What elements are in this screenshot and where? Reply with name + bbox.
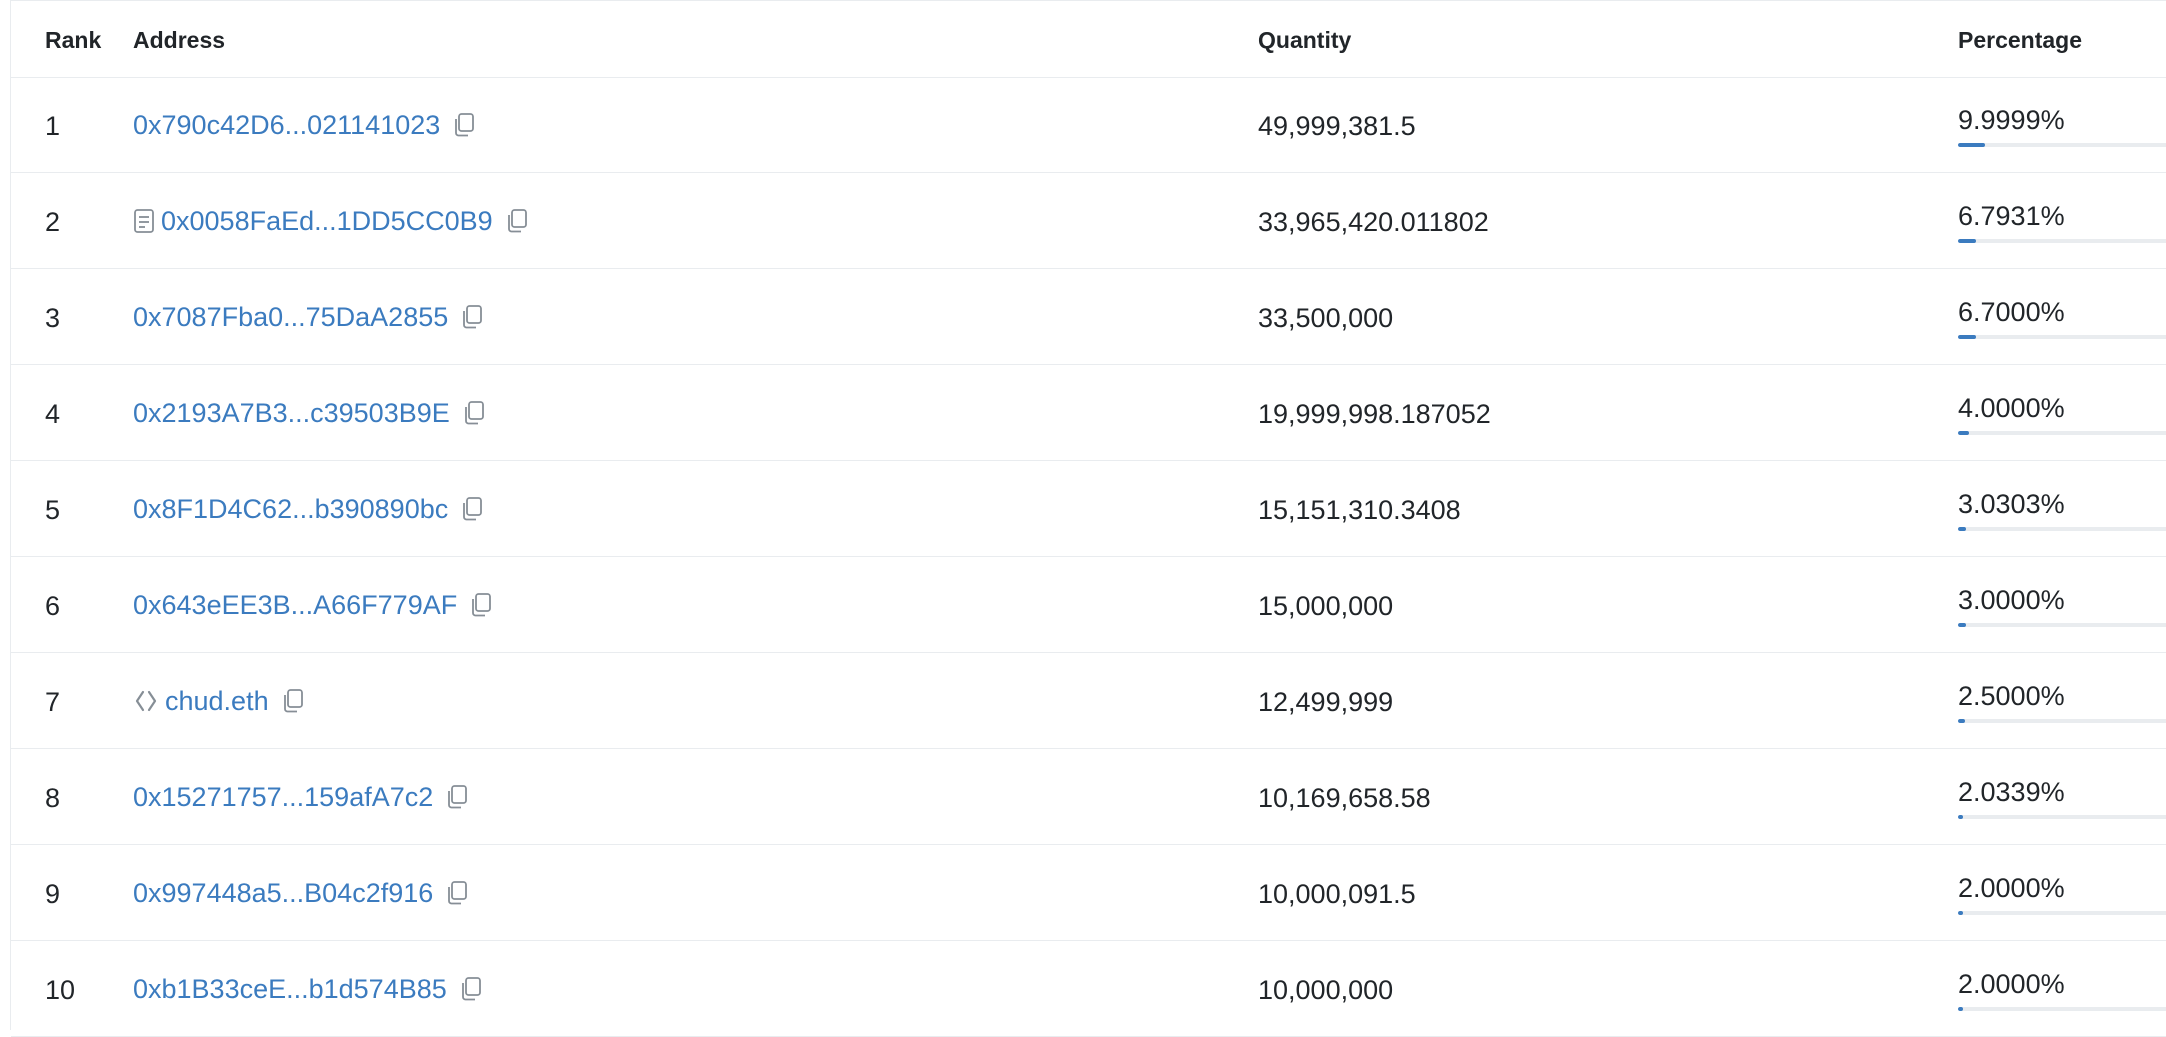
table-row: 10 0xb1B33ceE...b1d574B85 10,000,000 2.0000… [11,941,2166,1037]
header-address: Address [133,27,226,53]
percentage-bar-fill [1958,1007,1963,1011]
percentage-bar [1958,719,2166,723]
quantity-cell: 12,499,999 [1258,687,1394,717]
rank-cell: 3 [45,303,61,333]
address-cell: 0x8F1D4C62...b390890bc [133,491,484,527]
address-cell: 0x7087Fba0...75DaA2855 [133,299,484,335]
quantity-cell: 15,000,000 [1258,591,1394,621]
percentage-cell: 9.9999% [1958,105,2065,135]
rank-cell: 4 [45,399,61,429]
copy-icon[interactable] [445,880,469,906]
percentage-bar-fill [1958,239,1976,243]
address-link[interactable]: 0xb1B33ceE...b1d574B85 [133,974,447,1005]
holders-table: Rank Address Quantity Percentage 1 0x790c… [10,0,2166,1037]
table-row: 1 0x790c42D6...021141023 49,999,381.5 9.999… [11,77,2166,173]
percentage-bar-fill [1958,335,1976,339]
percentage-bar [1958,431,2166,435]
address-link[interactable]: 0x8F1D4C62...b390890bc [133,494,448,525]
rank-cell: 2 [45,207,61,237]
percentage-bar [1958,911,2166,915]
table-row: 8 0x15271757...159afA7c2 10,169,658.58 2.03… [11,749,2166,845]
header-percentage: Percentage [1958,27,2083,53]
address-link[interactable]: 0x0058FaEd...1DD5CC0B9 [161,206,493,237]
rank-cell: 7 [45,687,61,717]
copy-icon[interactable] [462,400,486,426]
percentage-bar-fill [1958,815,1963,819]
rank-cell: 6 [45,591,61,621]
quantity-cell: 33,500,000 [1258,303,1394,333]
quantity-cell: 10,000,000 [1258,975,1394,1005]
address-link[interactable]: 0x2193A7B3...c39503B9E [133,398,450,429]
quantity-cell: 10,169,658.58 [1258,783,1431,813]
copy-icon[interactable] [445,784,469,810]
percentage-cell: 2.0000% [1958,873,2065,903]
table-row: 4 0x2193A7B3...c39503B9E 19,999,998.187052… [11,365,2166,461]
copy-icon[interactable] [469,592,493,618]
quantity-cell: 10,000,091.5 [1258,879,1416,909]
percentage-bar [1958,143,2166,147]
percentage-cell: 4.0000% [1958,393,2065,423]
quantity-cell: 19,999,998.187052 [1258,399,1491,429]
address-link[interactable]: 0x790c42D6...021141023 [133,110,440,141]
table-row: 5 0x8F1D4C62...b390890bc 15,151,310.3408 3.… [11,461,2166,557]
percentage-bar [1958,239,2166,243]
address-link[interactable]: 0x15271757...159afA7c2 [133,782,433,813]
rank-cell: 9 [45,879,61,909]
percentage-bar-fill [1958,527,1966,531]
table-row: 9 0x997448a5...B04c2f916 10,000,091.5 2.000… [11,845,2166,941]
address-cell: chud.eth [133,683,305,719]
percentage-cell: 2.0339% [1958,777,2065,807]
percentage-cell: 2.0000% [1958,969,2065,999]
percentage-cell: 2.5000% [1958,681,2065,711]
quantity-cell: 49,999,381.5 [1258,111,1416,141]
table-row: 7 chud.eth 12,499,999 2.5000% [11,653,2166,749]
contract-document-icon [133,208,155,234]
address-cell: 0x997448a5...B04c2f916 [133,875,469,911]
table-row: 2 0x0058FaEd...1DD5CC0B9 33,965,420.011802… [11,173,2166,269]
address-cell: 0x2193A7B3...c39503B9E [133,395,486,431]
quantity-cell: 15,151,310.3408 [1258,495,1461,525]
address-link[interactable]: 0x643eEE3B...A66F779AF [133,590,457,621]
percentage-bar-fill [1958,623,1966,627]
copy-icon[interactable] [452,112,476,138]
percentage-cell: 3.0000% [1958,585,2065,615]
percentage-bar [1958,623,2166,627]
percentage-cell: 6.7931% [1958,201,2065,231]
percentage-bar [1958,335,2166,339]
percentage-cell: 6.7000% [1958,297,2065,327]
table-header: Rank Address Quantity Percentage [11,1,2166,78]
address-link[interactable]: 0x7087Fba0...75DaA2855 [133,302,448,333]
copy-icon[interactable] [460,496,484,522]
rank-cell: 5 [45,495,61,525]
header-rank: Rank [45,27,102,53]
percentage-bar-fill [1958,431,1969,435]
address-cell: 0x643eEE3B...A66F779AF [133,587,493,623]
quantity-cell: 33,965,420.011802 [1258,207,1489,237]
address-cell: 0x0058FaEd...1DD5CC0B9 [133,203,529,239]
rank-cell: 8 [45,783,61,813]
rank-cell: 10 [45,975,76,1005]
percentage-bar-fill [1958,143,1985,147]
copy-icon[interactable] [460,304,484,330]
table-row: 3 0x7087Fba0...75DaA2855 33,500,000 6.7000% [11,269,2166,365]
percentage-bar-fill [1958,719,1965,723]
address-cell: 0xb1B33ceE...b1d574B85 [133,971,483,1007]
address-cell: 0x15271757...159afA7c2 [133,779,469,815]
address-link[interactable]: 0x997448a5...B04c2f916 [133,878,433,909]
copy-icon[interactable] [505,208,529,234]
table-row: 6 0x643eEE3B...A66F779AF 15,000,000 3.0000% [11,557,2166,653]
percentage-bar [1958,527,2166,531]
copy-icon[interactable] [459,976,483,1002]
copy-icon[interactable] [281,688,305,714]
rank-cell: 1 [45,111,61,141]
ens-name-icon [133,688,159,714]
percentage-bar-fill [1958,911,1963,915]
percentage-cell: 3.0303% [1958,489,2065,519]
address-link[interactable]: chud.eth [165,686,269,717]
percentage-bar [1958,815,2166,819]
header-quantity: Quantity [1258,27,1352,53]
percentage-bar [1958,1007,2166,1011]
address-cell: 0x790c42D6...021141023 [133,107,476,143]
